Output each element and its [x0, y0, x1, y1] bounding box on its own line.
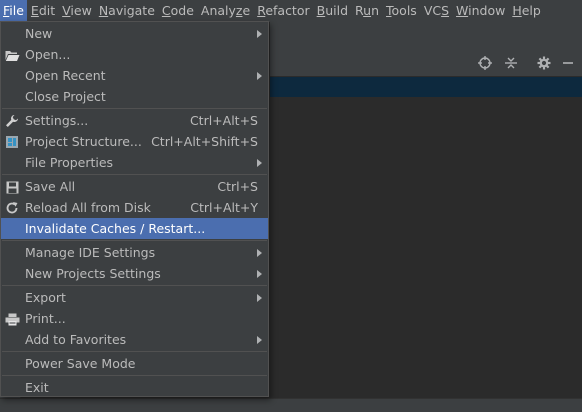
menu-item-label: New [25, 26, 53, 41]
menu-refactor[interactable]: Refactor [254, 0, 312, 22]
file-menu-dropdown: New Open... Open Recent Close Project Se… [0, 21, 269, 397]
menu-item-label: Reload All from Disk [25, 200, 151, 215]
submenu-arrow-icon [257, 249, 262, 257]
menu-item-label: Invalidate Caches / Restart... [25, 221, 206, 236]
menu-build[interactable]: Build [314, 0, 351, 22]
menu-item-export[interactable]: Export [1, 287, 268, 308]
menu-item-label: Save All [25, 179, 76, 194]
menu-code[interactable]: Code [159, 0, 197, 22]
menu-item-label: Open... [25, 47, 71, 62]
crosshair-icon[interactable] [477, 55, 493, 71]
submenu-arrow-icon [257, 270, 262, 278]
reload-icon [4, 200, 20, 216]
menu-item-add-to-favorites[interactable]: Add to Favorites [1, 329, 268, 350]
editor-tab-strip [270, 22, 582, 51]
submenu-arrow-icon [257, 159, 262, 167]
menu-file[interactable]: File [0, 0, 27, 22]
wrench-icon [4, 113, 20, 129]
menu-item-project-structure[interactable]: Project Structure... Ctrl+Alt+Shift+S [1, 131, 268, 152]
menu-vcs[interactable]: VCS [421, 0, 452, 22]
menu-run[interactable]: Run [352, 0, 382, 22]
selected-row [270, 77, 582, 97]
minimize-icon[interactable] [560, 55, 576, 71]
shortcut-label: Ctrl+Alt+Shift+S [151, 134, 258, 149]
folder-open-icon [4, 47, 20, 63]
menu-item-label: Power Save Mode [25, 356, 136, 371]
menu-item-label: Exit [25, 380, 49, 395]
save-icon [4, 179, 20, 195]
menu-item-label: Print... [25, 311, 66, 326]
menu-item-manage-ide-settings[interactable]: Manage IDE Settings [1, 242, 268, 263]
submenu-arrow-icon [257, 336, 262, 344]
menu-separator [2, 108, 267, 109]
menu-item-new[interactable]: New [1, 23, 268, 44]
menu-item-power-save-mode[interactable]: Power Save Mode [1, 353, 268, 374]
menu-item-label: Close Project [25, 89, 106, 104]
menu-item-print[interactable]: Print... [1, 308, 268, 329]
gear-icon[interactable] [536, 55, 552, 71]
menu-view[interactable]: View [59, 0, 95, 22]
menu-item-label: Export [25, 290, 66, 305]
collapse-icon[interactable] [503, 55, 519, 71]
menu-separator [2, 351, 267, 352]
menu-item-open-recent[interactable]: Open Recent [1, 65, 268, 86]
menu-edit[interactable]: Edit [28, 0, 58, 22]
tool-window-header [270, 50, 582, 77]
menu-item-label: Add to Favorites [25, 332, 127, 347]
menu-item-invalidate-caches[interactable]: Invalidate Caches / Restart... [1, 218, 268, 239]
menu-tools[interactable]: Tools [383, 0, 420, 22]
menu-separator [2, 174, 267, 175]
printer-icon [4, 311, 20, 327]
status-bar [0, 398, 582, 412]
menu-window[interactable]: Window [453, 0, 508, 22]
project-structure-icon [4, 134, 20, 150]
menu-item-exit[interactable]: Exit [1, 377, 268, 398]
menu-item-open[interactable]: Open... [1, 44, 268, 65]
shortcut-label: Ctrl+S [217, 179, 258, 194]
menu-item-settings[interactable]: Settings... Ctrl+Alt+S [1, 110, 268, 131]
menu-help[interactable]: Help [509, 0, 544, 22]
menu-analyze[interactable]: Analyze [198, 0, 253, 22]
menu-navigate[interactable]: Navigate [96, 0, 158, 22]
menu-item-label: Manage IDE Settings [25, 245, 156, 260]
menu-item-label: New Projects Settings [25, 266, 161, 281]
menu-item-close-project[interactable]: Close Project [1, 86, 268, 107]
submenu-arrow-icon [257, 294, 262, 302]
submenu-arrow-icon [257, 30, 262, 38]
shortcut-label: Ctrl+Alt+Y [190, 200, 258, 215]
submenu-arrow-icon [257, 72, 262, 80]
main-menubar: File Edit View Navigate Code Analyze Ref… [0, 0, 582, 22]
menu-item-label: Project Structure... [25, 134, 142, 149]
menu-item-label: File Properties [25, 155, 114, 170]
menu-separator [2, 240, 267, 241]
menu-item-label: Settings... [25, 113, 89, 128]
menu-item-file-properties[interactable]: File Properties [1, 152, 268, 173]
shortcut-label: Ctrl+Alt+S [189, 113, 258, 128]
menu-item-reload-all[interactable]: Reload All from Disk Ctrl+Alt+Y [1, 197, 268, 218]
menu-item-save-all[interactable]: Save All Ctrl+S [1, 176, 268, 197]
menu-item-new-projects-settings[interactable]: New Projects Settings [1, 263, 268, 284]
menu-separator [2, 285, 267, 286]
menu-separator [2, 375, 267, 376]
menu-item-label: Open Recent [25, 68, 106, 83]
